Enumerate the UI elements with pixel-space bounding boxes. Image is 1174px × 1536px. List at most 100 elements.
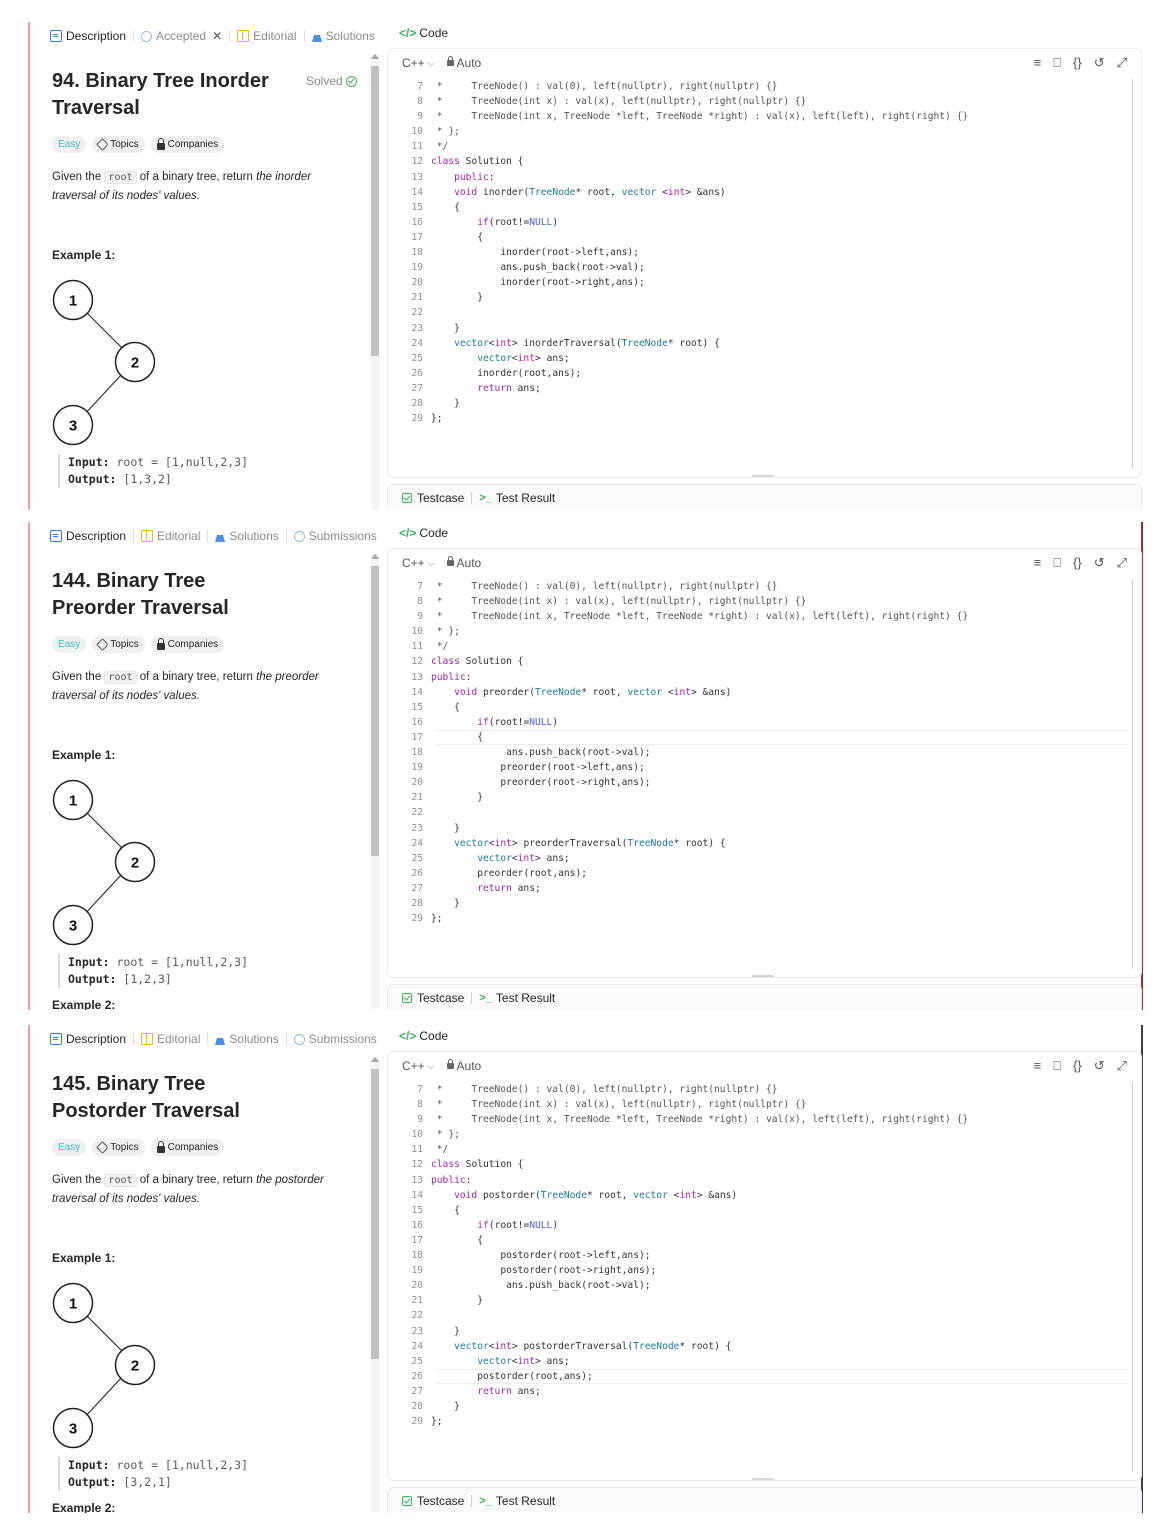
editor-scrollbar[interactable] <box>1132 79 1133 469</box>
editor-scrollbar[interactable] <box>1132 579 1133 969</box>
code-line[interactable]: 28 } <box>388 396 1128 411</box>
companies-tag[interactable]: Companies <box>150 636 225 653</box>
braces-icon[interactable]: {} <box>1073 1058 1082 1074</box>
description-scrollbar[interactable] <box>371 554 379 1009</box>
code-line[interactable]: 20 ans.push_back(root->val); <box>388 1278 1128 1293</box>
code-line[interactable]: 17 { <box>388 1233 1128 1248</box>
tab-second[interactable]: Editorial <box>141 1032 200 1046</box>
resize-handle[interactable] <box>752 975 774 977</box>
code-line[interactable]: 16 if(root!=NULL) <box>388 715 1128 730</box>
code-line[interactable]: 7 * TreeNode() : val(0), left(nullptr), … <box>388 79 1128 94</box>
code-line[interactable]: 21 } <box>388 1293 1128 1308</box>
code-line[interactable]: 9 * TreeNode(int x, TreeNode *left, Tree… <box>388 109 1128 124</box>
code-line[interactable]: 20 preorder(root->right,ans); <box>388 775 1128 790</box>
code-line[interactable]: 29}; <box>388 911 1128 926</box>
tab-fourth[interactable]: Submissions <box>293 1032 377 1046</box>
scrollbar-thumb[interactable] <box>371 566 379 856</box>
auto-mode-toggle[interactable]: Auto <box>446 556 481 570</box>
format-icon[interactable]: ≡ <box>1034 1058 1042 1074</box>
braces-icon[interactable]: {} <box>1073 555 1082 571</box>
scroll-up-arrow-icon[interactable] <box>371 1057 379 1062</box>
code-line[interactable]: 11 */ <box>388 1142 1128 1157</box>
tab-second[interactable]: Accepted ✕ <box>141 29 222 43</box>
code-line[interactable]: 16 if(root!=NULL) <box>388 215 1128 230</box>
code-line[interactable]: 26 inorder(root,ans); <box>388 366 1128 381</box>
reset-icon[interactable]: ↺ <box>1094 55 1105 71</box>
tab-description[interactable]: Description <box>50 1032 126 1046</box>
expand-icon[interactable]: ⤢ <box>1117 555 1127 571</box>
code-line[interactable]: 8 * TreeNode(int x) : val(x), left(nullp… <box>388 594 1128 609</box>
language-select[interactable]: C++ ⌵ <box>402 56 435 70</box>
code-line[interactable]: 29}; <box>388 1414 1128 1429</box>
code-line[interactable]: 14 void preorder(TreeNode* root, vector … <box>388 685 1128 700</box>
topics-tag[interactable]: Topics <box>92 636 145 653</box>
code-line[interactable]: 13 public: <box>388 670 1128 685</box>
braces-icon[interactable]: {} <box>1073 55 1082 71</box>
close-icon[interactable]: ✕ <box>212 29 222 43</box>
tab-test-result[interactable]: Test Result <box>496 991 555 1005</box>
code-line[interactable]: 7 * TreeNode() : val(0), left(nullptr), … <box>388 1082 1128 1097</box>
tab-second[interactable]: Editorial <box>141 529 200 543</box>
code-editor[interactable]: C++ ⌵ Auto ≡ ⎕ {} ↺ ⤢ 7 * TreeNode(): v… <box>387 1051 1142 1481</box>
resize-handle[interactable] <box>752 1478 774 1480</box>
topics-tag[interactable]: Topics <box>92 136 145 153</box>
code-line[interactable]: 11 */ <box>388 139 1128 154</box>
tab-third[interactable]: Solutions <box>215 1032 279 1046</box>
code-line[interactable]: 23 } <box>388 1324 1128 1339</box>
format-icon[interactable]: ≡ <box>1034 555 1042 571</box>
code-line[interactable]: 16 if(root!=NULL) <box>388 1218 1128 1233</box>
description-scrollbar[interactable] <box>371 1057 379 1512</box>
code-line[interactable]: 19 preorder(root->left,ans); <box>388 760 1128 775</box>
code-line[interactable]: 22 <box>388 305 1128 320</box>
code-line[interactable]: 14 void postorder(TreeNode* root, vector… <box>388 1188 1128 1203</box>
auto-mode-toggle[interactable]: Auto <box>446 56 481 70</box>
code-line[interactable]: 10 * }; <box>388 624 1128 639</box>
code-editor[interactable]: C++ ⌵ Auto ≡ ⎕ {} ↺ ⤢ 7 * TreeNode(): v… <box>387 548 1142 978</box>
problem-title[interactable]: 144. Binary Tree Preorder Traversal <box>52 568 282 622</box>
companies-tag[interactable]: Companies <box>150 1139 225 1156</box>
editor-scrollbar[interactable] <box>1132 1082 1133 1472</box>
code-line[interactable]: 28 } <box>388 1399 1128 1414</box>
code-line[interactable]: 23 } <box>388 821 1128 836</box>
tab-testcase[interactable]: Testcase <box>417 1494 464 1508</box>
code-line[interactable]: 22 <box>388 805 1128 820</box>
problem-title[interactable]: 94. Binary Tree Inorder Traversal <box>52 68 282 122</box>
tab-third[interactable]: Editorial <box>237 29 297 43</box>
code-line[interactable]: 27 return ans; <box>388 1384 1128 1399</box>
code-line[interactable]: 27 return ans; <box>388 381 1128 396</box>
companies-tag[interactable]: Companies <box>150 136 225 153</box>
language-select[interactable]: C++ ⌵ <box>402 1059 435 1073</box>
code-line[interactable]: 15 { <box>388 700 1128 715</box>
tab-testcase[interactable]: Testcase <box>417 491 464 505</box>
reset-icon[interactable]: ↺ <box>1094 1058 1105 1074</box>
reset-icon[interactable]: ↺ <box>1094 555 1105 571</box>
code-line[interactable]: 18 postorder(root->left,ans); <box>388 1248 1128 1263</box>
code-line[interactable]: 24 vector<int> inorderTraversal(TreeNode… <box>388 336 1128 351</box>
code-line[interactable]: 15 { <box>388 200 1128 215</box>
tab-test-result[interactable]: Test Result <box>496 1494 555 1508</box>
tab-testcase[interactable]: Testcase <box>417 991 464 1005</box>
code-line[interactable]: 17 { <box>388 729 1128 746</box>
code-line[interactable]: 18 ans.push_back(root->val); <box>388 745 1128 760</box>
code-line[interactable]: 7 * TreeNode() : val(0), left(nullptr), … <box>388 579 1128 594</box>
code-line[interactable]: 25 vector<int> ans; <box>388 1354 1128 1369</box>
bookmark-icon[interactable]: ⎕ <box>1053 555 1061 571</box>
code-line[interactable]: 25 vector<int> ans; <box>388 851 1128 866</box>
code-line[interactable]: 24 vector<int> postorderTraversal(TreeNo… <box>388 1339 1128 1354</box>
scroll-up-arrow-icon[interactable] <box>371 54 379 59</box>
code-line[interactable]: 23 } <box>388 321 1128 336</box>
language-select[interactable]: C++ ⌵ <box>402 556 435 570</box>
code-line[interactable]: 10 * }; <box>388 1127 1128 1142</box>
scrollbar-thumb[interactable] <box>371 66 379 356</box>
code-line[interactable]: 21 } <box>388 790 1128 805</box>
code-line[interactable]: 22 <box>388 1308 1128 1323</box>
code-line[interactable]: 24 vector<int> preorderTraversal(TreeNod… <box>388 836 1128 851</box>
code-line[interactable]: 15 { <box>388 1203 1128 1218</box>
code-line[interactable]: 8 * TreeNode(int x) : val(x), left(nullp… <box>388 94 1128 109</box>
code-line[interactable]: 19 postorder(root->right,ans); <box>388 1263 1128 1278</box>
code-line[interactable]: 11 */ <box>388 639 1128 654</box>
scroll-up-arrow-icon[interactable] <box>371 554 379 559</box>
tab-fourth[interactable]: Solutions <box>311 29 375 43</box>
resize-handle[interactable] <box>752 475 774 477</box>
bookmark-icon[interactable]: ⎕ <box>1053 55 1061 71</box>
